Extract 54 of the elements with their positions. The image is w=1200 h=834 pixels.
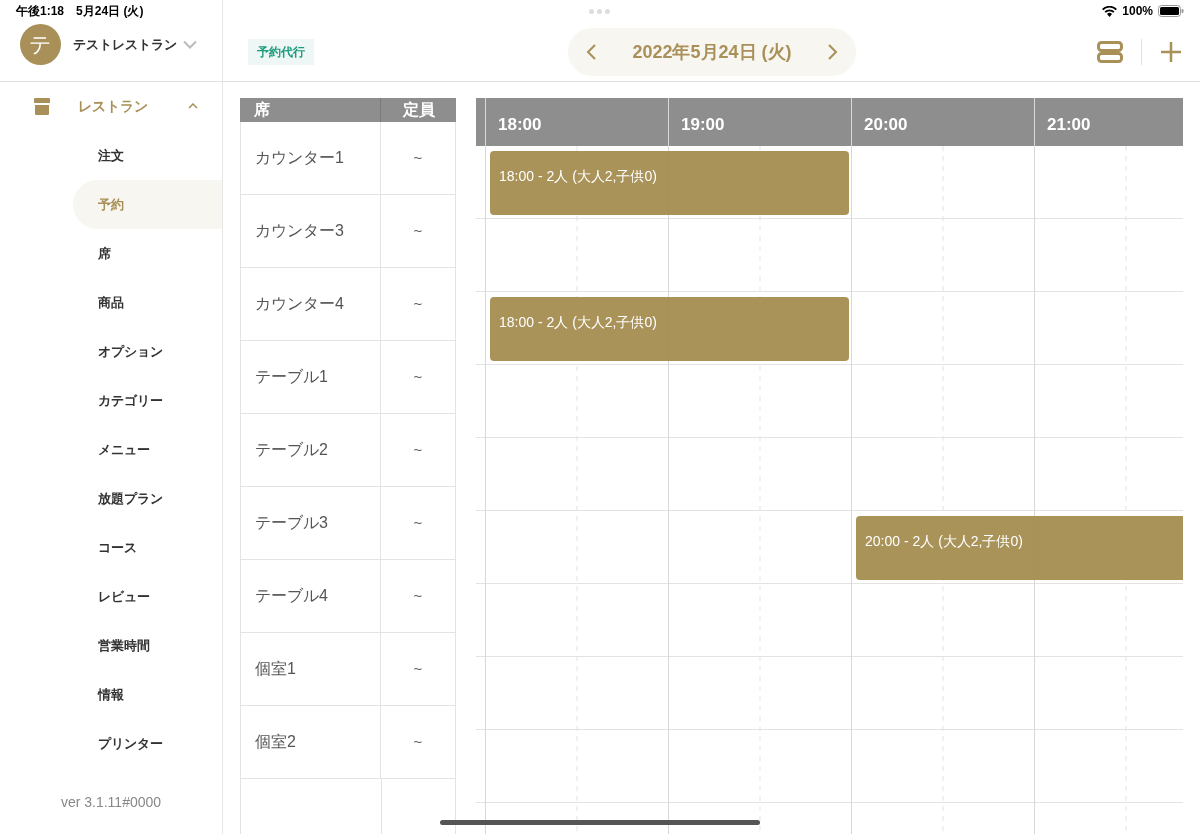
column-header: 定員 bbox=[401, 100, 436, 120]
capacity-cell-text: ~ bbox=[412, 585, 424, 606]
layout-icon[interactable] bbox=[1097, 41, 1123, 63]
hour-label: 18:00 bbox=[498, 114, 542, 136]
sidebar-item[interactable]: 営業時間 bbox=[73, 621, 222, 670]
add-icon[interactable] bbox=[1160, 41, 1182, 63]
sidebar-item[interactable]: プリンター bbox=[73, 719, 222, 768]
chevron-left-icon[interactable] bbox=[586, 44, 597, 60]
capacity-cell-text: ~ bbox=[412, 439, 424, 460]
capacity-cell-text: ~ bbox=[412, 147, 424, 168]
capacity-cell-text: ~ bbox=[412, 366, 424, 387]
chevron-down-icon[interactable] bbox=[183, 40, 197, 49]
sidebar-item[interactable]: 注文 bbox=[73, 131, 222, 180]
battery-icon bbox=[1158, 5, 1184, 17]
sidebar-item[interactable]: 商品 bbox=[73, 278, 222, 327]
status-badge: 予約代行 bbox=[248, 39, 314, 65]
sidebar-item[interactable]: コース bbox=[73, 523, 222, 572]
battery-percent: 100% bbox=[1122, 3, 1153, 20]
sidebar-item[interactable]: オプション bbox=[73, 327, 222, 376]
sidebar-item[interactable]: 放題プラン bbox=[73, 474, 222, 523]
hour-label: 20:00 bbox=[864, 114, 908, 136]
capacity-cell-text: ~ bbox=[412, 512, 424, 533]
wifi-icon bbox=[1102, 5, 1118, 17]
seat-name: 個室2 bbox=[241, 706, 381, 778]
status-date: 5月24日 (火) bbox=[76, 3, 144, 20]
hour-label: 19:00 bbox=[681, 114, 725, 136]
seat-name: テーブル4 bbox=[241, 560, 381, 632]
seat-name: カウンター3 bbox=[241, 195, 381, 267]
store-icon bbox=[33, 97, 51, 115]
chevron-right-icon[interactable] bbox=[827, 44, 838, 60]
account-name[interactable]: テストレストラン bbox=[73, 34, 177, 55]
sidebar-item[interactable]: 情報 bbox=[73, 670, 222, 719]
multitask-dots-icon[interactable] bbox=[589, 9, 610, 14]
seat-name: テーブル3 bbox=[241, 487, 381, 559]
section-label: レストラン bbox=[78, 96, 149, 116]
seat-name: カウンター4 bbox=[241, 268, 381, 340]
seat-name: テーブル2 bbox=[241, 414, 381, 486]
capacity-cell-text: ~ bbox=[412, 731, 424, 752]
capacity-cell-text: ~ bbox=[412, 220, 424, 241]
seat-name: テーブル1 bbox=[241, 341, 381, 413]
chevron-up-icon[interactable] bbox=[188, 103, 198, 109]
date-label: 2022年5月24日 (火) bbox=[632, 40, 792, 64]
version-text: ver 3.1.11#0000 bbox=[59, 793, 163, 812]
sidebar-item[interactable]: 席 bbox=[73, 229, 222, 278]
hour-label: 21:00 bbox=[1047, 114, 1091, 136]
seat-name: カウンター1 bbox=[241, 122, 381, 194]
column-header: 席 bbox=[240, 98, 381, 122]
capacity-cell-text: ~ bbox=[412, 658, 424, 679]
sidebar-item[interactable]: レビュー bbox=[73, 572, 222, 621]
status-time: 午後1:18 bbox=[16, 3, 65, 20]
sidebar-item[interactable]: メニュー bbox=[73, 425, 222, 474]
capacity-cell-text: ~ bbox=[412, 293, 424, 314]
sidebar-item[interactable]: カテゴリー bbox=[73, 376, 222, 425]
seat-name: 個室1 bbox=[241, 633, 381, 705]
